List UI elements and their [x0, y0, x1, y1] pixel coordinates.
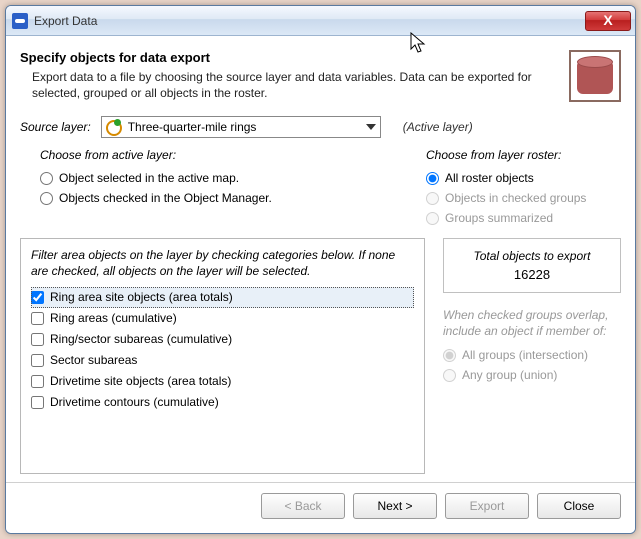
radio-input-groups-summarized [426, 212, 439, 225]
export-data-dialog: Export Data X Specify objects for data e… [5, 5, 636, 534]
next-button[interactable]: Next > [353, 493, 437, 519]
checkbox-input[interactable] [31, 333, 44, 346]
radio-input-all-roster[interactable] [426, 172, 439, 185]
radio-label: Any group (union) [462, 365, 557, 385]
radio-all-groups-intersection: All groups (intersection) [443, 345, 621, 365]
filter-item-label: Drivetime contours (cumulative) [50, 392, 219, 413]
checkbox-input[interactable] [31, 375, 44, 388]
filter-item-drivetime-contours[interactable]: Drivetime contours (cumulative) [31, 392, 414, 413]
chevron-down-icon [366, 124, 376, 130]
database-icon [569, 50, 621, 102]
window-title: Export Data [34, 14, 97, 28]
radio-label: Groups summarized [445, 208, 553, 228]
roster-group-heading: Choose from layer roster: [426, 148, 621, 162]
export-button: Export [445, 493, 529, 519]
back-button: < Back [261, 493, 345, 519]
dialog-content: Specify objects for data export Export d… [6, 36, 635, 482]
rings-layer-icon [106, 119, 122, 135]
page-description: Export data to a file by choosing the so… [32, 69, 561, 101]
radio-objects-checked-groups: Objects in checked groups [426, 188, 621, 208]
source-layer-label: Source layer: [20, 120, 91, 134]
filter-item-label: Sector subareas [50, 350, 137, 371]
overlap-group: When checked groups overlap, include an … [443, 307, 621, 385]
radio-objects-checked-manager[interactable]: Objects checked in the Object Manager. [40, 188, 402, 208]
radio-label: Object selected in the active map. [59, 168, 239, 188]
source-layer-dropdown[interactable]: Three-quarter-mile rings [101, 116, 381, 138]
total-objects-panel: Total objects to export 16228 [443, 238, 621, 293]
total-objects-value: 16228 [452, 267, 612, 282]
radio-input-object-selected-map[interactable] [40, 172, 53, 185]
radio-any-group-union: Any group (union) [443, 365, 621, 385]
overlap-instructions: When checked groups overlap, include an … [443, 307, 621, 339]
filter-categories-panel: Filter area objects on the layer by chec… [20, 238, 425, 474]
titlebar: Export Data X [6, 6, 635, 36]
source-layer-value: Three-quarter-mile rings [128, 120, 360, 134]
radio-label: Objects checked in the Object Manager. [59, 188, 272, 208]
radio-input-union [443, 369, 456, 382]
radio-input-objects-checked-manager[interactable] [40, 192, 53, 205]
filter-item-label: Ring area site objects (area totals) [50, 287, 233, 308]
close-button[interactable]: Close [537, 493, 621, 519]
filter-item-ring-area-site-objects[interactable]: Ring area site objects (area totals) [31, 287, 414, 308]
filter-item-ring-areas-cumulative[interactable]: Ring areas (cumulative) [31, 308, 414, 329]
radio-input-checked-groups [426, 192, 439, 205]
active-layer-label: (Active layer) [403, 120, 473, 134]
dialog-footer: < Back Next > Export Close [6, 482, 635, 533]
radio-all-roster-objects[interactable]: All roster objects [426, 168, 621, 188]
checkbox-input[interactable] [31, 291, 44, 304]
filter-item-ring-sector-subareas[interactable]: Ring/sector subareas (cumulative) [31, 329, 414, 350]
filter-item-drivetime-site-objects[interactable]: Drivetime site objects (area totals) [31, 371, 414, 392]
window-close-button[interactable]: X [585, 11, 631, 31]
checkbox-input[interactable] [31, 354, 44, 367]
total-objects-label: Total objects to export [452, 249, 612, 263]
filter-item-label: Ring areas (cumulative) [50, 308, 177, 329]
radio-groups-summarized: Groups summarized [426, 208, 621, 228]
filter-item-label: Drivetime site objects (area totals) [50, 371, 231, 392]
filter-instructions: Filter area objects on the layer by chec… [31, 247, 414, 279]
radio-label: All roster objects [445, 168, 534, 188]
radio-input-intersection [443, 349, 456, 362]
radio-label: All groups (intersection) [462, 345, 588, 365]
page-heading: Specify objects for data export [20, 50, 561, 65]
filter-item-label: Ring/sector subareas (cumulative) [50, 329, 232, 350]
checkbox-input[interactable] [31, 312, 44, 325]
active-layer-group-heading: Choose from active layer: [40, 148, 402, 162]
app-icon [12, 13, 28, 29]
radio-label: Objects in checked groups [445, 188, 586, 208]
filter-item-sector-subareas[interactable]: Sector subareas [31, 350, 414, 371]
checkbox-input[interactable] [31, 396, 44, 409]
radio-object-selected-map[interactable]: Object selected in the active map. [40, 168, 402, 188]
